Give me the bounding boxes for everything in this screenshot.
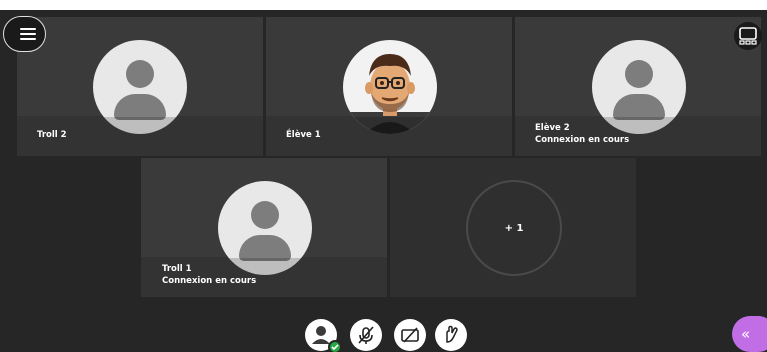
person-head-icon xyxy=(251,201,279,229)
mute-microphone-button[interactable] xyxy=(350,319,382,351)
participant-name: Troll 1 xyxy=(162,264,192,274)
layout-toggle-button[interactable] xyxy=(734,22,762,50)
participant-status: Connexion en cours xyxy=(535,135,630,145)
microphone-off-icon xyxy=(358,326,374,344)
more-participants-count: + 1 xyxy=(504,222,524,234)
person-head-icon xyxy=(126,60,154,88)
participant-name: Troll 2 xyxy=(37,130,67,140)
status-ok-badge xyxy=(328,340,342,352)
bitmoji-face-icon xyxy=(343,54,437,134)
menu-button[interactable] xyxy=(3,16,46,52)
top-strip xyxy=(0,0,767,10)
person-head-icon xyxy=(625,60,653,88)
raise-hand-icon xyxy=(446,325,458,343)
default-avatar xyxy=(218,181,312,275)
participant-tile-eleve-2[interactable]: Elève 2 Connexion en cours xyxy=(515,17,761,156)
participant-tile-eleve-1[interactable]: Élève 1 xyxy=(266,17,512,156)
camera-off-icon xyxy=(401,327,419,343)
participant-tile-troll-1[interactable]: Troll 1 Connexion en cours xyxy=(141,158,387,297)
participant-tile-troll-2[interactable]: Troll 2 xyxy=(17,17,263,156)
default-avatar xyxy=(592,40,686,134)
layout-grid-icon xyxy=(739,27,757,45)
collapse-panel-button[interactable]: « xyxy=(732,316,767,352)
more-participants-button[interactable]: + 1 xyxy=(466,180,562,276)
participant-name: Elève 2 xyxy=(535,123,570,133)
raise-hand-button[interactable] xyxy=(435,319,467,351)
hamburger-icon xyxy=(19,28,36,30)
check-icon xyxy=(331,344,339,351)
default-avatar xyxy=(93,40,187,134)
chevron-left-icon: « xyxy=(741,325,751,343)
participant-name: Élève 1 xyxy=(286,130,321,140)
share-camera-button[interactable] xyxy=(394,319,426,351)
bitmoji-avatar xyxy=(343,40,437,134)
participant-status: Connexion en cours xyxy=(162,276,257,286)
